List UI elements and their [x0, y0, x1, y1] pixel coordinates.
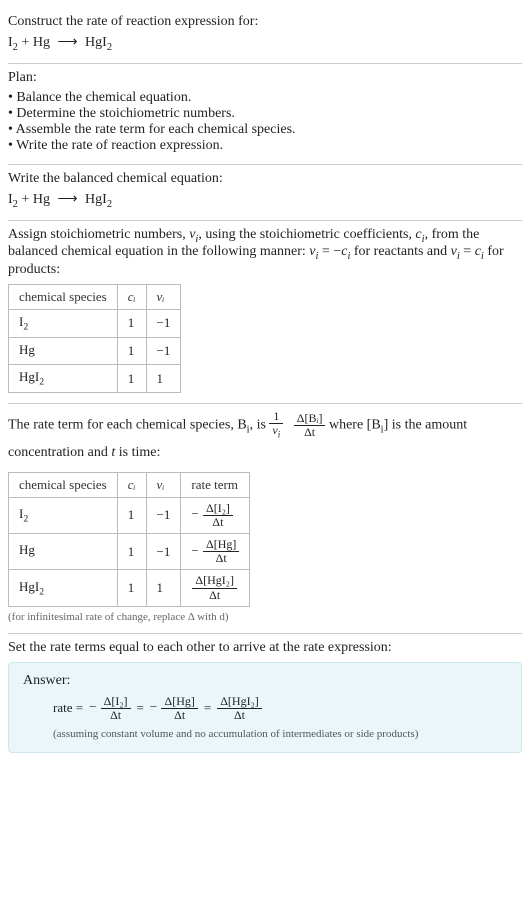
- table-header-row: chemical species cᵢ νᵢ: [9, 285, 181, 310]
- cell-species: I2: [9, 497, 118, 533]
- plus-sign: +: [21, 35, 32, 50]
- prompt-section: Construct the rate of reaction expressio…: [8, 8, 522, 63]
- rate-label: rate =: [53, 700, 83, 716]
- term-3: Δ[HgI₂] Δt: [217, 695, 262, 722]
- equals-sign: =: [204, 700, 211, 716]
- rate-fraction: Δ[HgI₂] Δt: [192, 574, 237, 601]
- cell-nui: 1: [146, 365, 181, 393]
- term-2: − Δ[Hg] Δt: [150, 695, 198, 722]
- cell-species: Hg: [9, 337, 118, 365]
- plan-item: Write the rate of reaction expression.: [8, 138, 522, 154]
- cell-species: I2: [9, 310, 118, 338]
- plan-item: Assemble the rate term for each chemical…: [8, 122, 522, 138]
- cell-nui: −1: [146, 310, 181, 338]
- balanced-equation: I2 + Hg ⟶ HgI2: [8, 191, 522, 210]
- balanced-section: Write the balanced chemical equation: I2…: [8, 165, 522, 220]
- stoich-section: Assign stoichiometric numbers, νi, using…: [8, 221, 522, 403]
- unbalanced-equation: I2 + Hg ⟶ HgI2: [8, 34, 522, 53]
- col-ci: cᵢ: [117, 285, 146, 310]
- species-Hg: Hg: [33, 192, 50, 207]
- stoich-table: chemical species cᵢ νᵢ I2 1 −1 Hg 1 −1 H…: [8, 284, 181, 393]
- cell-species: Hg: [9, 534, 118, 570]
- plan-item: Determine the stoichiometric numbers.: [8, 106, 522, 122]
- species-I2: I2: [8, 192, 18, 207]
- fraction-dBi-dt: Δ[Bᵢ] Δt: [294, 412, 326, 439]
- stoich-text: Assign stoichiometric numbers, νi, using…: [8, 227, 522, 279]
- rate-expression: rate = − Δ[I₂] Δt = − Δ[Hg] Δt = Δ[HgI₂]: [53, 695, 507, 722]
- cell-ci: 1: [117, 337, 146, 365]
- col-nui: νᵢ: [146, 285, 181, 310]
- balanced-title: Write the balanced chemical equation:: [8, 171, 522, 187]
- species-Hg: Hg: [33, 35, 50, 50]
- cell-ci: 1: [117, 365, 146, 393]
- set-equal-text: Set the rate terms equal to each other t…: [8, 640, 522, 656]
- cell-nui: 1: [146, 570, 181, 606]
- plan-section: Plan: Balance the chemical equation. Det…: [8, 64, 522, 164]
- cell-rate-term: − Δ[Hg] Δt: [181, 534, 250, 570]
- fraction-1-over-nui: 1 νi: [269, 410, 283, 440]
- rate-fraction: Δ[Hg] Δt: [203, 538, 239, 565]
- cell-nui: −1: [146, 534, 181, 570]
- species-HgI2: HgI2: [85, 35, 112, 50]
- cell-nui: −1: [146, 497, 181, 533]
- rate-fraction: Δ[Hg] Δt: [161, 695, 197, 722]
- answer-box: Answer: rate = − Δ[I₂] Δt = − Δ[Hg] Δt =: [8, 662, 522, 753]
- rate-fraction: Δ[I₂] Δt: [203, 502, 233, 529]
- plan-item: Balance the chemical equation.: [8, 90, 522, 106]
- col-species: chemical species: [9, 472, 118, 497]
- col-ci: cᵢ: [117, 472, 146, 497]
- cell-species: HgI2: [9, 570, 118, 606]
- cell-rate-term: Δ[HgI₂] Δt: [181, 570, 250, 606]
- assumption-note: (assuming constant volume and no accumul…: [53, 728, 507, 740]
- cell-ci: 1: [117, 534, 146, 570]
- col-nui: νᵢ: [146, 472, 181, 497]
- col-rate-term: rate term: [181, 472, 250, 497]
- table-row: I2 1 −1: [9, 310, 181, 338]
- table-row: Hg 1 −1: [9, 337, 181, 365]
- rate-term-section: The rate term for each chemical species,…: [8, 404, 522, 633]
- table-header-row: chemical species cᵢ νᵢ rate term: [9, 472, 250, 497]
- table-row: Hg 1 −1 − Δ[Hg] Δt: [9, 534, 250, 570]
- col-species: chemical species: [9, 285, 118, 310]
- table-row: HgI2 1 1 Δ[HgI₂] Δt: [9, 570, 250, 606]
- cell-rate-term: − Δ[I₂] Δt: [181, 497, 250, 533]
- species-HgI2: HgI2: [85, 192, 112, 207]
- reaction-arrow-icon: ⟶: [57, 192, 77, 207]
- rate-fraction: Δ[I₂] Δt: [101, 695, 131, 722]
- answer-title: Answer:: [23, 673, 507, 689]
- cell-ci: 1: [117, 497, 146, 533]
- plus-sign: +: [21, 192, 32, 207]
- set-equal-section: Set the rate terms equal to each other t…: [8, 634, 522, 763]
- plan-title: Plan:: [8, 70, 522, 86]
- cell-ci: 1: [117, 310, 146, 338]
- rate-term-table: chemical species cᵢ νᵢ rate term I2 1 −1…: [8, 472, 250, 607]
- cell-species: HgI2: [9, 365, 118, 393]
- rate-fraction: Δ[HgI₂] Δt: [217, 695, 262, 722]
- infinitesimal-note: (for infinitesimal rate of change, repla…: [8, 611, 522, 623]
- table-row: I2 1 −1 − Δ[I₂] Δt: [9, 497, 250, 533]
- cell-ci: 1: [117, 570, 146, 606]
- equals-sign: =: [137, 700, 144, 716]
- table-row: HgI2 1 1: [9, 365, 181, 393]
- rate-term-text: The rate term for each chemical species,…: [8, 410, 522, 466]
- term-1: − Δ[I₂] Δt: [89, 695, 130, 722]
- plan-list: Balance the chemical equation. Determine…: [8, 90, 522, 154]
- prompt-text: Construct the rate of reaction expressio…: [8, 14, 522, 30]
- cell-nui: −1: [146, 337, 181, 365]
- reaction-arrow-icon: ⟶: [57, 35, 77, 50]
- species-I2: I2: [8, 35, 18, 50]
